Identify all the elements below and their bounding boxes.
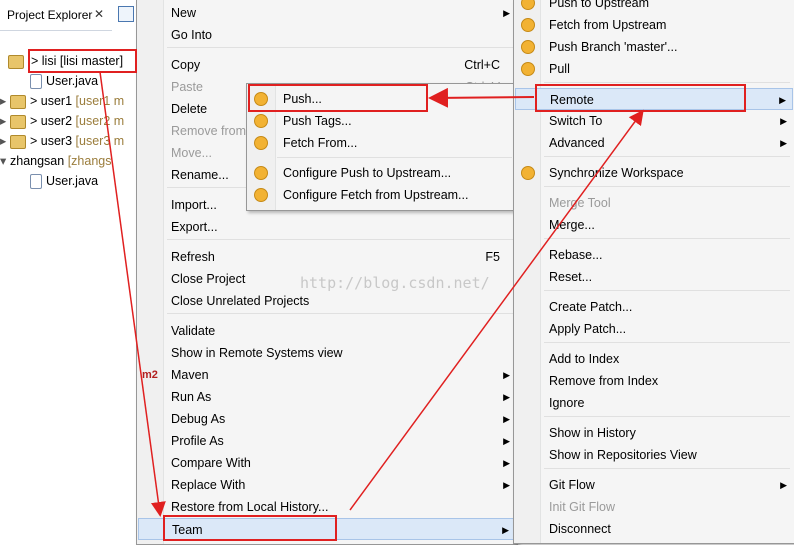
- annotation-box-remote: [535, 84, 746, 112]
- annotation-box-team: [163, 515, 337, 541]
- annotation-arrow-team-to-remote: [349, 109, 644, 511]
- annotation-arrow-lisi-to-team: [99, 71, 166, 517]
- annotation-box-push: [248, 84, 428, 112]
- annotation-overlay: [99, 71, 644, 517]
- annotation-box-lisi: [28, 49, 137, 73]
- annotation-arrow-remote-to-push: [428, 87, 535, 108]
